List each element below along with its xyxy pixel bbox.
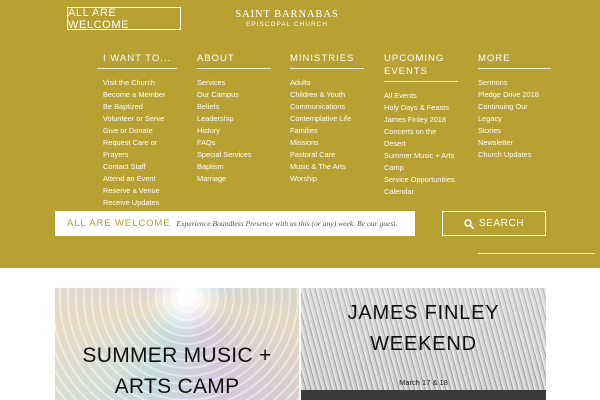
menu-item-beliefs[interactable]: Beliefs: [197, 101, 271, 113]
menu-item-children-youth[interactable]: Children & Youth: [290, 89, 364, 101]
all-are-welcome-button[interactable]: ALL ARE WELCOME: [67, 7, 181, 31]
divider-line: [478, 253, 595, 254]
church-logo[interactable]: SAINT BARNABAS EPISCOPAL CHURCH: [218, 9, 356, 28]
feature-date: March 17 & 18: [399, 378, 448, 387]
menu-item-pastoral-care[interactable]: Pastoral Care: [290, 149, 364, 161]
feature-card-footer-bar: [301, 390, 546, 400]
menu-column-i-want-to: I WANT TO... Visit the Church Become a M…: [97, 52, 177, 209]
menu-heading-events-line: EVENTS: [384, 66, 429, 77]
menu-heading-about[interactable]: ABOUT: [197, 52, 271, 69]
menu-item-baptism[interactable]: Baptism: [197, 161, 271, 173]
menu-item-concerts-on-the-desert[interactable]: Concerts on the: [384, 126, 458, 138]
menu-item-stories[interactable]: Stories: [478, 125, 551, 137]
feature-title-line: WEEKEND: [370, 333, 477, 355]
menu-heading-more[interactable]: MORE: [478, 52, 551, 69]
menu-item-communications[interactable]: Communications: [290, 101, 364, 113]
menu-item-history[interactable]: History: [197, 125, 271, 137]
search-button-label: SEARCH: [478, 218, 525, 229]
menu-item-legacy-line[interactable]: Legacy: [478, 113, 551, 125]
search-button[interactable]: SEARCH: [442, 211, 546, 236]
menu-item-summer-music-arts-camp[interactable]: Summer Music + Arts: [384, 150, 458, 162]
menu-item-contact-staff[interactable]: Contact Staff: [103, 161, 177, 173]
menu-item-adults[interactable]: Adults: [290, 77, 364, 89]
menu-item-families[interactable]: Families: [290, 125, 364, 137]
brand-subtitle: EPISCOPAL CHURCH: [245, 21, 329, 28]
feature-title-line: JAMES FINLEY: [347, 302, 500, 324]
menu-heading-ministries[interactable]: MINISTRIES: [290, 52, 364, 69]
menu-item-special-services[interactable]: Special Services: [197, 149, 271, 161]
menu-item-faqs[interactable]: FAQs: [197, 137, 271, 149]
menu-item-calendar[interactable]: Calendar: [384, 186, 458, 198]
menu-heading-upcoming-line: UPCOMING: [384, 53, 445, 64]
menu-item-services[interactable]: Services: [197, 77, 271, 89]
feature-card-summer-music-arts-camp[interactable]: SUMMER MUSIC + ARTS CAMP: [55, 288, 299, 400]
menu-item-leadership[interactable]: Leadership: [197, 113, 271, 125]
menu-item-summer-camp-line[interactable]: Camp: [384, 162, 458, 174]
menu-item-be-baptized[interactable]: Be Baptized: [103, 101, 177, 113]
menu-column-more: MORE Sermons Pledge Drive 2018 Continuin…: [478, 52, 551, 161]
menu-column-ministries: MINISTRIES Adults Children & Youth Commu…: [290, 52, 364, 185]
search-input[interactable]: [176, 212, 415, 235]
menu-item-request-care-prayers[interactable]: Prayers: [103, 149, 177, 161]
menu-column-upcoming-events: UPCOMING EVENTS All Events Holy Days & F…: [384, 52, 458, 198]
menu-item-give-or-donate[interactable]: Give or Donate: [103, 125, 177, 137]
feature-title: SUMMER MUSIC + ARTS CAMP: [55, 340, 299, 400]
menu-item-become-a-member[interactable]: Become a Member: [103, 89, 177, 101]
menu-item-worship[interactable]: Worship: [290, 173, 364, 185]
menu-item-holy-days-feasts[interactable]: Holy Days & Feasts: [384, 102, 458, 114]
menu-item-music-the-arts[interactable]: Music & The Arts: [290, 161, 364, 173]
menu-item-marriage[interactable]: Marriage: [197, 173, 271, 185]
header-menu-panel: ALL ARE WELCOME SAINT BARNABAS EPISCOPAL…: [0, 0, 600, 268]
brand-name: SAINT BARNABAS: [235, 9, 339, 20]
menu-item-our-campus[interactable]: Our Campus: [197, 89, 271, 101]
search-label: ALL ARE WELCOME: [67, 218, 171, 229]
menu-item-pledge-drive-2018[interactable]: Pledge Drive 2018: [478, 89, 551, 101]
menu-item-concerts-desert-line[interactable]: Desert: [384, 138, 458, 150]
menu-column-about: ABOUT Services Our Campus Beliefs Leader…: [197, 52, 271, 185]
menu-item-attend-an-event[interactable]: Attend an Event: [103, 173, 177, 185]
menu-item-church-updates[interactable]: Church Updates: [478, 149, 551, 161]
menu-item-all-events[interactable]: All Events: [384, 90, 458, 102]
menu-item-reserve-a-venue[interactable]: Reserve a Venue: [103, 185, 177, 197]
feature-title-line: SUMMER MUSIC +: [82, 344, 272, 367]
menu-item-volunteer-or-serve[interactable]: Volunteer or Serve: [103, 113, 177, 125]
menu-heading-upcoming-events[interactable]: UPCOMING EVENTS: [384, 52, 458, 82]
search-icon: [464, 218, 474, 229]
menu-item-sermons[interactable]: Sermons: [478, 77, 551, 89]
feature-title: JAMES FINLEY WEEKEND: [301, 298, 546, 360]
menu-item-continuing-our-legacy[interactable]: Continuing Our: [478, 101, 551, 113]
feature-title-line: ARTS CAMP: [114, 375, 240, 398]
menu-heading-i-want-to[interactable]: I WANT TO...: [97, 52, 177, 69]
menu-item-missions[interactable]: Missions: [290, 137, 364, 149]
menu-item-contemplative-life[interactable]: Contemplative Life: [290, 113, 364, 125]
menu-item-visit-the-church[interactable]: Visit the Church: [103, 77, 177, 89]
menu-item-request-care[interactable]: Request Care or: [103, 137, 177, 149]
menu-item-service-opportunities[interactable]: Service Opportunities: [384, 174, 458, 186]
menu-item-james-finley-2018[interactable]: James Finley 2018: [384, 114, 458, 126]
menu-item-newsletter[interactable]: Newsletter: [478, 137, 551, 149]
search-box: ALL ARE WELCOME: [55, 211, 415, 236]
menu-item-receive-updates[interactable]: Receive Updates: [103, 197, 177, 209]
feature-card-james-finley-weekend[interactable]: JAMES FINLEY WEEKEND March 17 & 18: [301, 288, 546, 400]
